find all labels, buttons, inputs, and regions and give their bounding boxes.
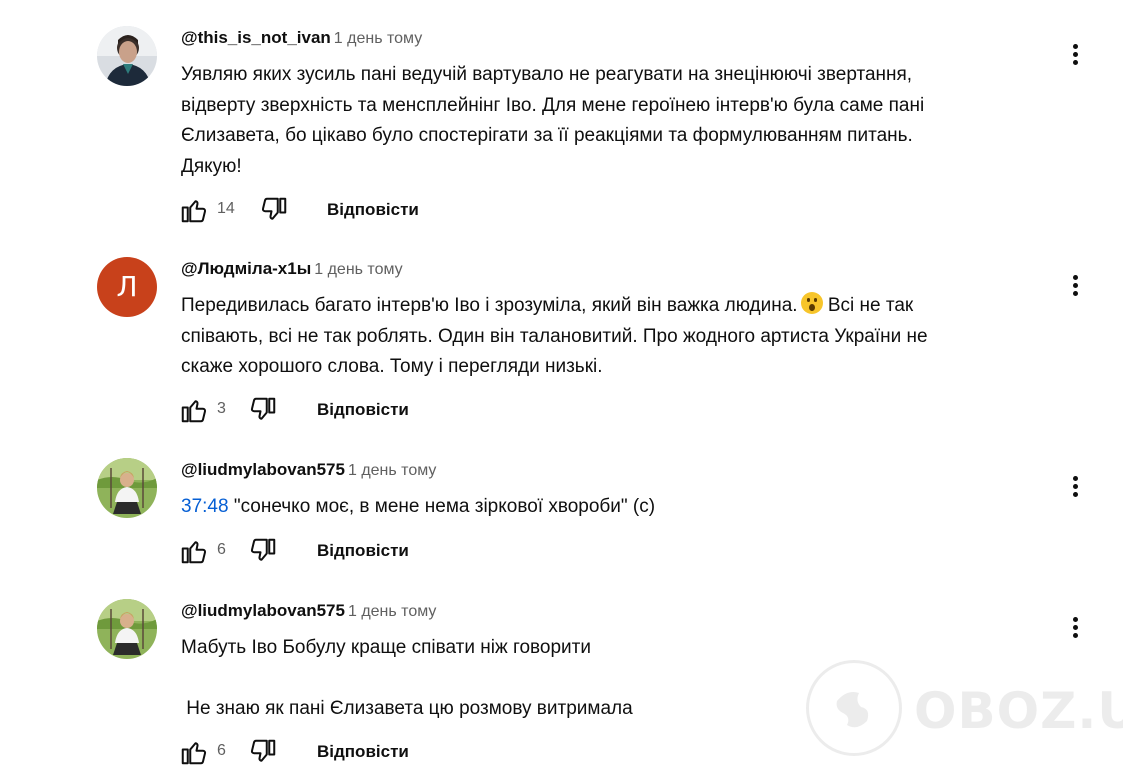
reply-button[interactable]: Відповісти <box>317 400 409 420</box>
globe-icon <box>806 660 902 756</box>
comment-header: @this_is_not_ivan 1 день тому <box>181 28 422 48</box>
more-actions-icon[interactable] <box>1066 615 1084 643</box>
thumbs-down-icon <box>250 739 276 762</box>
thumbs-down-icon <box>250 538 276 561</box>
comment-time[interactable]: 1 день тому <box>348 462 436 479</box>
dislike-button[interactable] <box>245 533 281 569</box>
comment-text-segment: Передивилась багато інтерв'ю Іво і зрозу… <box>181 295 798 316</box>
like-count: 3 <box>217 400 226 417</box>
comment-text-segment: Всі не так <box>822 295 914 316</box>
reply-button[interactable]: Відповісти <box>327 200 419 220</box>
thumbs-up-icon <box>181 200 207 223</box>
comment-author[interactable]: @liudmylabovan575 <box>181 601 345 620</box>
comment-text-line: відверту зверхність та менсплейнінг Іво.… <box>181 94 925 116</box>
like-button[interactable] <box>176 734 212 770</box>
comment-text-line: Не знаю як пані Єлизавета цю розмову вит… <box>181 697 633 719</box>
comment-text: Передивилась багато інтерв'ю Іво і зрозу… <box>181 291 928 383</box>
avatar[interactable]: Л <box>97 257 157 317</box>
thumbs-up-icon <box>181 400 207 423</box>
like-button[interactable] <box>176 533 212 569</box>
thumbs-down-icon <box>250 397 276 420</box>
comment-header: @Людміла-х1ы 1 день тому <box>181 259 403 279</box>
like-count: 6 <box>217 541 226 558</box>
more-actions-icon[interactable] <box>1066 42 1084 70</box>
reply-button[interactable]: Відповісти <box>317 742 409 762</box>
avatar[interactable] <box>97 599 157 659</box>
comment-text-segment: "сонечко моє, в мене нема зіркової хворо… <box>228 496 656 517</box>
comment-time[interactable]: 1 день тому <box>348 603 436 620</box>
thumbs-up-icon <box>181 541 207 564</box>
comment-text-line: скаже хорошого слова. Тому і перегляди н… <box>181 356 603 377</box>
like-count: 6 <box>217 742 226 759</box>
comment-text-line: Мабуть Іво Бобулу краще співати ніж гово… <box>181 637 591 658</box>
comment-text-line: Дякую! <box>181 155 242 177</box>
comment-time[interactable]: 1 день тому <box>334 30 422 47</box>
comment-text: Мабуть Іво Бобулу краще співати ніж гово… <box>181 633 633 724</box>
astonished-face-emoji <box>800 292 823 314</box>
like-button[interactable] <box>176 392 212 428</box>
comment-author[interactable]: @liudmylabovan575 <box>181 460 345 479</box>
reply-button[interactable]: Відповісти <box>317 541 409 561</box>
comment-text: Уявляю яких зусиль пані ведучій вартувал… <box>181 60 924 182</box>
comment-time[interactable]: 1 день тому <box>314 261 402 278</box>
comment-text-line: співають, всі не так роблять. Один він т… <box>181 325 928 347</box>
dislike-button[interactable] <box>245 734 281 770</box>
comment-author[interactable]: @Людміла-х1ы <box>181 259 311 278</box>
more-actions-icon[interactable] <box>1066 273 1084 301</box>
dislike-button[interactable] <box>256 192 292 228</box>
comment-text-line: Уявляю яких зусиль пані ведучій вартувал… <box>181 64 913 85</box>
thumbs-up-icon <box>181 742 207 765</box>
comment-header: @liudmylabovan575 1 день тому <box>181 460 436 480</box>
avatar[interactable] <box>97 458 157 518</box>
more-actions-icon[interactable] <box>1066 474 1084 502</box>
comment-header: @liudmylabovan575 1 день тому <box>181 601 436 621</box>
comment-text-line: 37:48 "сонечко моє, в мене нема зіркової… <box>181 492 655 523</box>
like-count: 14 <box>217 200 235 217</box>
like-button[interactable] <box>176 192 212 228</box>
comment-text-line: Єлизавета, бо цікаво було спостерігати з… <box>181 125 913 146</box>
comment-text: 37:48 "сонечко моє, в мене нема зіркової… <box>181 492 655 523</box>
comment-text-line: Передивилась багато інтерв'ю Іво і зрозу… <box>181 291 928 322</box>
thumbs-down-icon <box>261 197 287 220</box>
watermark: OBOZ.UA <box>806 660 1123 760</box>
watermark-text: OBOZ.UA <box>914 682 1123 740</box>
avatar[interactable] <box>97 26 157 86</box>
comment-author[interactable]: @this_is_not_ivan <box>181 28 331 47</box>
timestamp-link[interactable]: 37:48 <box>181 496 229 517</box>
dislike-button[interactable] <box>245 392 281 428</box>
